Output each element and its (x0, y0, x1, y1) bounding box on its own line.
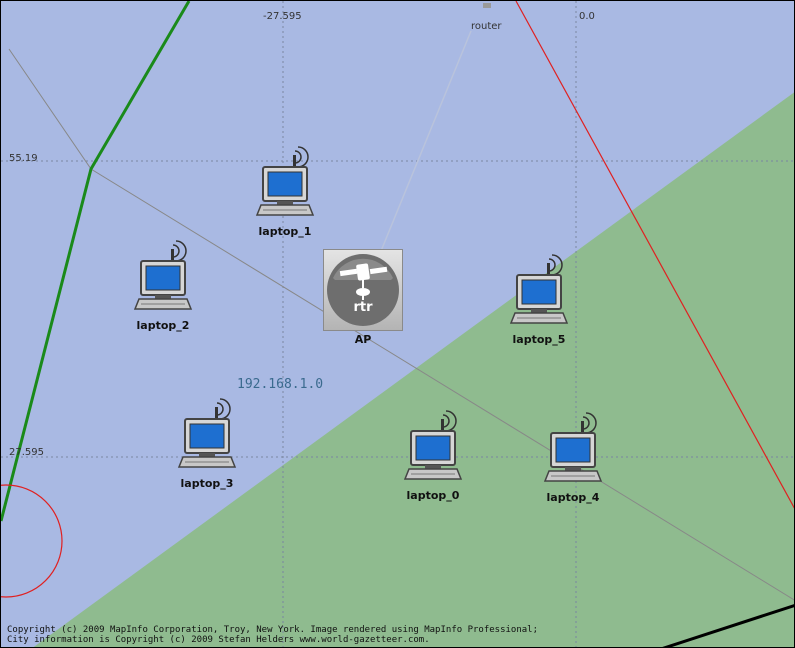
laptop-wireless-icon (509, 254, 569, 324)
coord-label-y: 27.595 (9, 447, 44, 458)
laptop-label: laptop_3 (180, 477, 234, 490)
access-point-icon-text: rtr (353, 300, 373, 315)
laptop-node[interactable]: laptop_2 (131, 239, 195, 332)
copyright-line: Copyright (c) 2009 MapInfo Corporation, … (7, 625, 539, 635)
map-copyright: Copyright (c) 2009 MapInfo Corporation, … (7, 625, 538, 645)
subnet-label: 192.168.1.0 (237, 377, 324, 392)
laptop-node[interactable]: laptop_3 (175, 397, 239, 490)
laptop-wireless-icon (133, 240, 193, 310)
laptop-label: laptop_1 (258, 225, 312, 238)
coord-label-x: -27.595 (263, 11, 302, 22)
router-icon[interactable] (483, 3, 491, 8)
laptop-node[interactable]: laptop_1 (253, 145, 317, 238)
laptop-node[interactable]: laptop_5 (507, 253, 571, 346)
laptop-wireless-icon (403, 410, 463, 480)
laptop-label: laptop_4 (546, 491, 600, 504)
laptop-label: laptop_2 (136, 319, 190, 332)
satellite-router-icon (327, 254, 399, 326)
access-point-node[interactable]: rtr AP (323, 249, 403, 346)
coord-label-y: 55.19 (9, 153, 38, 164)
laptop-label: laptop_5 (512, 333, 566, 346)
laptop-label: laptop_0 (406, 489, 460, 502)
laptop-node[interactable]: laptop_0 (401, 409, 465, 502)
laptop-wireless-icon (543, 412, 603, 482)
laptop-node[interactable]: laptop_4 (541, 411, 605, 504)
network-map-canvas[interactable]: -27.595 0.0 55.19 27.595 router 192.168.… (0, 0, 795, 648)
laptop-wireless-icon (255, 146, 315, 216)
router-label[interactable]: router (471, 21, 502, 32)
coord-label-x: 0.0 (579, 11, 595, 22)
laptop-wireless-icon (177, 398, 237, 468)
access-point-icon-box[interactable]: rtr (323, 249, 403, 331)
access-point-label: AP (354, 333, 372, 346)
copyright-line: City information is Copyright (c) 2009 S… (7, 635, 430, 645)
